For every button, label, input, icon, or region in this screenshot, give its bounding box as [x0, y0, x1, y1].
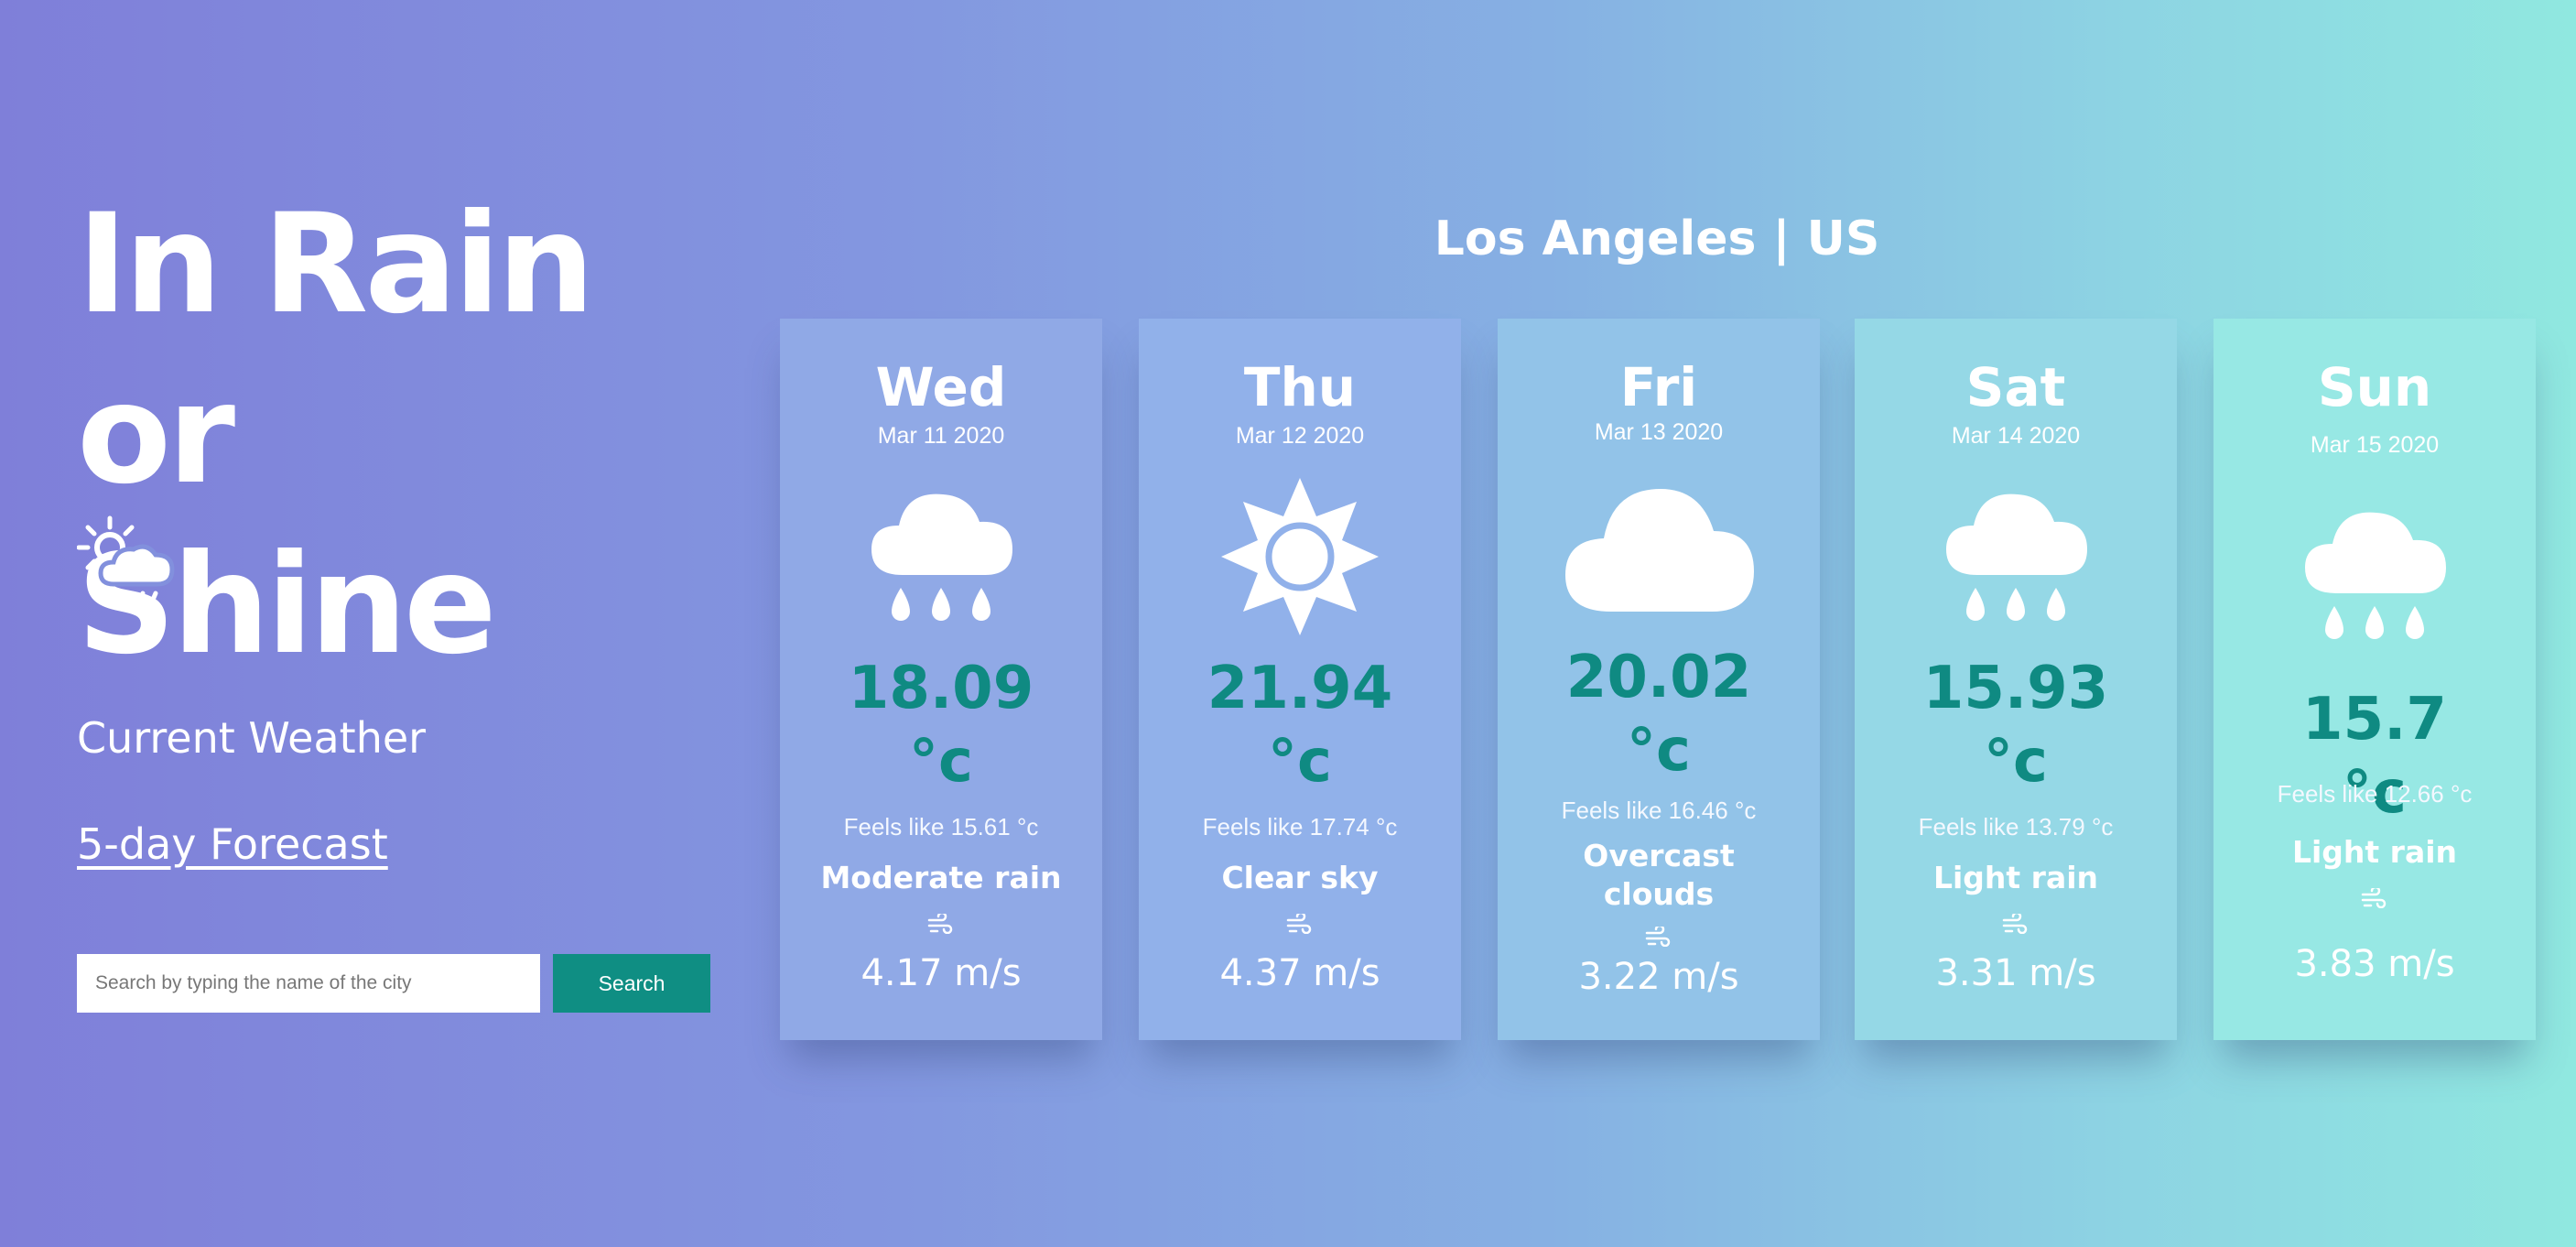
nav-current-weather[interactable]: Current Weather [77, 710, 426, 765]
forecast-date: Mar 12 2020 [1235, 423, 1365, 449]
search-button[interactable]: Search [553, 954, 710, 1013]
cloud-icon [1498, 474, 1820, 621]
cloud-rain-icon [2213, 493, 2536, 657]
forecast-description: Overcast clouds [1583, 838, 1735, 912]
forecast-card-sat: Sat Mar 14 2020 15.93 °c Feels like 13.79 °… [1855, 319, 2177, 1040]
nav-5-day-forecast[interactable]: 5-day Forecast [77, 817, 388, 872]
forecast-feels-like: Feels like 12.66 °c [2277, 780, 2473, 808]
forecast-date: Mar 14 2020 [1951, 423, 2081, 449]
forecast-temperature: 21.94 °c [1207, 655, 1393, 796]
forecast-wind-speed: 4.37 m/s [1219, 952, 1380, 994]
wind-icon [1498, 927, 1820, 947]
forecast-feels-like: Feels like 15.61 °c [843, 813, 1039, 840]
forecast-temperature: 18.09 °c [848, 655, 1034, 796]
forecast-temperature: 15.93 °c [1922, 655, 2109, 796]
forecast-feels-like: Feels like 16.46 °c [1561, 797, 1757, 824]
forecast-card-fri: Fri Mar 13 2020 20.02 °c Feels like 16.46 °… [1498, 319, 1820, 1040]
cloud-rain-icon [780, 474, 1102, 639]
wind-icon [780, 914, 1102, 934]
forecast-day: Sat [1965, 356, 2066, 418]
forecast-description: Clear sky [1221, 860, 1379, 895]
sun-icon [1139, 474, 1461, 639]
forecast-description: Moderate rain [820, 860, 1062, 895]
sun-cloud-rain-icon [76, 513, 178, 613]
forecast-temperature: 20.02 °c [1565, 644, 1752, 785]
wind-icon [1139, 914, 1461, 934]
location-title: Los Angeles | US [1434, 211, 1880, 266]
forecast-day: Thu [1243, 356, 1357, 418]
forecast-card-sun: Sun Mar 15 2020 15.7 °c Feels like 12.66 °c… [2213, 319, 2536, 1040]
forecast-day: Fri [1619, 356, 1698, 418]
forecast-wind-speed: 4.17 m/s [860, 952, 1022, 994]
forecast-wind-speed: 3.83 m/s [2294, 943, 2455, 985]
search-input[interactable] [77, 954, 540, 1013]
forecast-day: Wed [875, 356, 1007, 418]
forecast-card-wed: Wed Mar 11 2020 18.09 °c Feels like 15.61 °… [780, 319, 1102, 1040]
forecast-date: Mar 13 2020 [1594, 419, 1724, 445]
forecast-description: Light rain [1932, 860, 2099, 895]
forecast-feels-like: Feels like 13.79 °c [1918, 813, 2114, 840]
forecast-date: Mar 11 2020 [877, 423, 1005, 449]
app-title: In Rain or Shine [77, 179, 736, 690]
wind-icon [2213, 888, 2536, 908]
app-title-line1: In Rain or [77, 185, 595, 515]
forecast-card-thu: Thu Mar 12 2020 21.94 °c Feels like 17.74 °… [1139, 319, 1461, 1040]
cloud-rain-icon [1855, 474, 2177, 639]
sidebar: In Rain or Shine Current Weather 5-day Fo… [76, 0, 718, 1247]
forecast-date: Mar 15 2020 [2310, 432, 2440, 458]
forecast-day: Sun [2317, 356, 2432, 418]
wind-icon [1855, 914, 2177, 934]
forecast-wind-speed: 3.31 m/s [1935, 952, 2096, 994]
forecast-description: Light rain [2291, 834, 2458, 870]
forecast-feels-like: Feels like 17.74 °c [1202, 813, 1398, 840]
forecast-wind-speed: 3.22 m/s [1578, 956, 1739, 998]
